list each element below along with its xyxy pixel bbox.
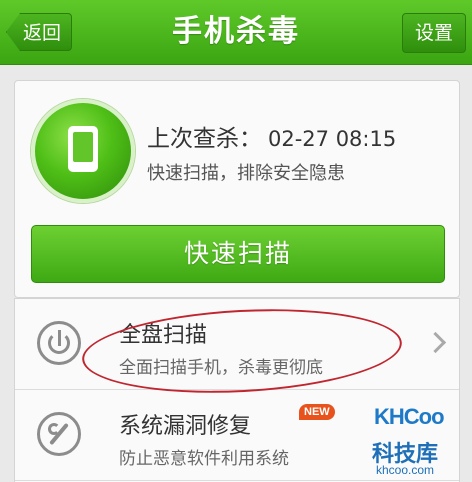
last-scan-label: 上次查杀： <box>147 126 262 152</box>
list-item-title: 系统漏洞修复 <box>119 414 252 439</box>
watermark-logo: KHCoo <box>374 404 445 429</box>
last-scan-time: 02-27 08:15 <box>268 127 397 151</box>
phone-status-icon <box>31 99 135 203</box>
list-item-full-scan[interactable]: 全盘扫描 全面扫描手机，杀毒更彻底 <box>15 299 459 390</box>
list-item-subtitle: 全面扫描手机，杀毒更彻底 <box>119 358 323 378</box>
disk-scan-icon <box>37 321 81 365</box>
list-item-title: 全盘扫描 <box>119 323 208 348</box>
new-badge: NEW <box>299 404 335 420</box>
wrench-icon <box>37 412 81 456</box>
settings-button[interactable]: 设置 <box>402 13 466 53</box>
last-scan-info: 上次查杀： 02-27 08:15 <box>147 119 396 153</box>
scan-description: 快速扫描，排除安全隐患 <box>147 163 345 184</box>
chevron-right-icon <box>424 331 447 354</box>
phone-icon <box>68 126 98 172</box>
title-bar: 返回 手机杀毒 设置 <box>0 0 472 65</box>
watermark-url: khcoo.com <box>376 463 435 477</box>
list-item-subtitle: 防止恶意软件利用系统 <box>119 449 289 469</box>
status-card: 上次查杀： 02-27 08:15 快速扫描，排除安全隐患 快速扫描 <box>14 80 460 298</box>
quick-scan-button[interactable]: 快速扫描 <box>31 225 445 283</box>
